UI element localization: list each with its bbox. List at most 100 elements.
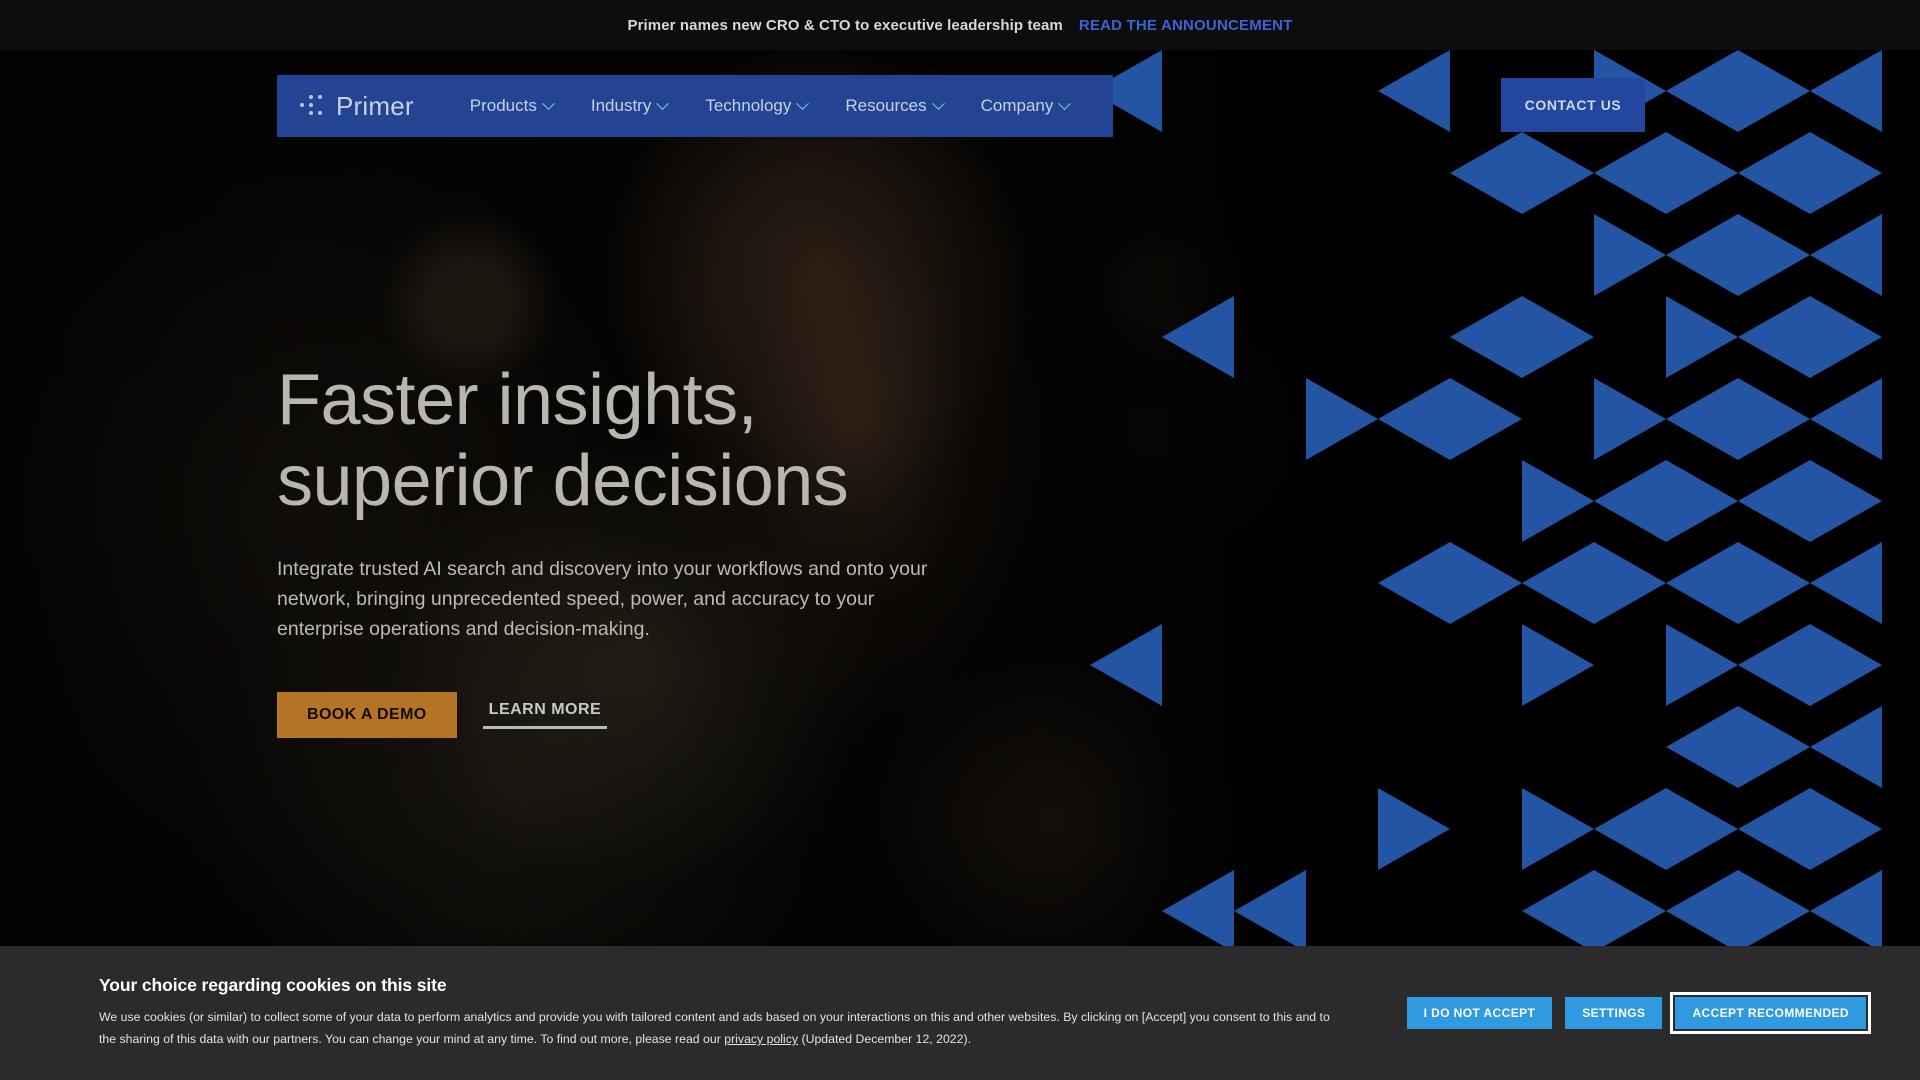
pattern-triangle — [1090, 624, 1162, 706]
pattern-triangle — [1738, 214, 1810, 296]
nav-item-label: Industry — [590, 96, 652, 115]
pattern-triangle — [1738, 624, 1810, 706]
pattern-triangle — [1666, 214, 1738, 296]
pattern-triangle — [1522, 870, 1594, 952]
pattern-triangle — [1810, 378, 1882, 460]
cookie-consent-banner: Your choice regarding cookies on this si… — [0, 946, 1920, 1080]
nav-item-label: Products — [469, 96, 537, 115]
contact-us-button[interactable]: CONTACT US — [1501, 78, 1645, 132]
nav-item-label: Company — [980, 96, 1054, 115]
pattern-triangle — [1738, 132, 1810, 214]
nav-item-resources[interactable]: Resources — [845, 96, 945, 116]
pattern-triangle — [1594, 870, 1666, 952]
accept-recommended-button[interactable]: ACCEPT RECOMMENDED — [1670, 992, 1871, 1034]
pattern-triangle — [1738, 460, 1810, 542]
pattern-triangle — [1810, 788, 1882, 870]
pattern-triangle — [1738, 788, 1810, 870]
cookie-banner-title: Your choice regarding cookies on this si… — [99, 975, 447, 996]
button-label: SETTINGS — [1582, 1006, 1646, 1020]
learn-more-link[interactable]: LEARN MORE — [482, 701, 608, 730]
book-a-demo-label: BOOK A DEMO — [307, 706, 427, 724]
pattern-triangle — [1810, 460, 1882, 542]
privacy-policy-link[interactable]: privacy policy — [724, 1032, 798, 1046]
cookie-banner-body: We use cookies (or similar) to collect s… — [99, 1007, 1339, 1051]
button-label: I DO NOT ACCEPT — [1423, 1006, 1536, 1020]
pattern-triangle — [1810, 542, 1882, 624]
pattern-triangle — [1594, 542, 1666, 624]
pattern-triangle — [1738, 870, 1810, 952]
announcement-bar: Primer names new CRO & CTO to executive … — [0, 0, 1920, 50]
hero-cta-row: BOOK A DEMO LEARN MORE — [277, 692, 1037, 739]
nav-item-products[interactable]: Products — [469, 96, 555, 116]
pattern-triangle — [1666, 460, 1738, 542]
nav-item-company[interactable]: Company — [980, 96, 1072, 116]
chevron-down-icon — [796, 96, 810, 110]
nav-links: Products Industry Technology Resources C… — [469, 96, 1072, 116]
pattern-triangle — [1522, 296, 1594, 378]
chevron-down-icon — [656, 96, 670, 110]
nav-item-technology[interactable]: Technology — [705, 96, 810, 116]
pattern-triangle — [1522, 788, 1594, 870]
dot-grid-icon — [300, 95, 325, 117]
page-title: Faster insights, superior decisions — [277, 360, 849, 521]
pattern-triangle — [1666, 50, 1738, 132]
pattern-triangle — [1738, 542, 1810, 624]
i-do-not-accept-button[interactable]: I DO NOT ACCEPT — [1406, 997, 1553, 1029]
cookie-body-part2: (Updated December 12, 2022). — [798, 1032, 971, 1046]
pattern-triangle — [1666, 624, 1738, 706]
pattern-triangle — [1810, 50, 1882, 132]
pattern-triangle — [1594, 214, 1666, 296]
pattern-triangle — [1666, 378, 1738, 460]
pattern-triangle — [1594, 460, 1666, 542]
pattern-triangle — [1810, 870, 1882, 952]
pattern-triangle — [1162, 870, 1234, 952]
pattern-triangle — [1666, 296, 1738, 378]
announcement-link[interactable]: READ THE ANNOUNCEMENT — [1079, 17, 1293, 34]
pattern-triangle — [1810, 132, 1882, 214]
cookie-banner-actions: I DO NOT ACCEPT SETTINGS ACCEPT RECOMMEN… — [1406, 992, 1871, 1034]
pattern-triangle — [1594, 378, 1666, 460]
pattern-triangle — [1522, 460, 1594, 542]
pattern-triangle — [1594, 132, 1666, 214]
nav-item-label: Technology — [705, 96, 792, 115]
pattern-triangle — [1666, 542, 1738, 624]
pattern-triangle — [1810, 214, 1882, 296]
pattern-triangle — [1234, 870, 1306, 952]
pattern-triangle — [1378, 50, 1450, 132]
pattern-triangle — [1450, 378, 1522, 460]
pattern-triangle — [1594, 788, 1666, 870]
pattern-triangle — [1306, 378, 1378, 460]
primer-logo[interactable]: Primer — [300, 91, 414, 122]
hero-content: Faster insights, superior decisions Inte… — [277, 360, 1037, 739]
cookie-text-block: Your choice regarding cookies on this si… — [99, 975, 1339, 1051]
pattern-triangle — [1810, 296, 1882, 378]
pattern-triangle — [1450, 132, 1522, 214]
pattern-triangle — [1810, 706, 1882, 788]
nav-item-label: Resources — [845, 96, 927, 115]
button-label: ACCEPT RECOMMENDED — [1692, 1006, 1849, 1020]
pattern-triangle — [1450, 296, 1522, 378]
main-navigation: Primer Products Industry Technology Reso… — [277, 75, 1113, 137]
pattern-triangle — [1666, 788, 1738, 870]
book-a-demo-button[interactable]: BOOK A DEMO — [277, 692, 457, 739]
nav-item-industry[interactable]: Industry — [590, 96, 670, 116]
chevron-down-icon — [541, 96, 555, 110]
pattern-triangle — [1378, 788, 1450, 870]
settings-button[interactable]: SETTINGS — [1565, 997, 1663, 1029]
pattern-triangle — [1810, 624, 1882, 706]
pattern-triangle — [1666, 870, 1738, 952]
chevron-down-icon — [931, 96, 945, 110]
pattern-triangle — [1162, 296, 1234, 378]
pattern-triangle — [1522, 624, 1594, 706]
logo-text: Primer — [336, 90, 414, 121]
pattern-triangle — [1738, 378, 1810, 460]
pattern-triangle — [1378, 378, 1450, 460]
pattern-triangle — [1666, 706, 1738, 788]
pattern-triangle — [1738, 296, 1810, 378]
pattern-triangle — [1378, 542, 1450, 624]
chevron-down-icon — [1058, 96, 1072, 110]
contact-us-label: CONTACT US — [1524, 97, 1622, 113]
triangle-pattern — [1090, 50, 1920, 1080]
announcement-text: Primer names new CRO & CTO to executive … — [627, 16, 1063, 34]
pattern-triangle — [1738, 50, 1810, 132]
